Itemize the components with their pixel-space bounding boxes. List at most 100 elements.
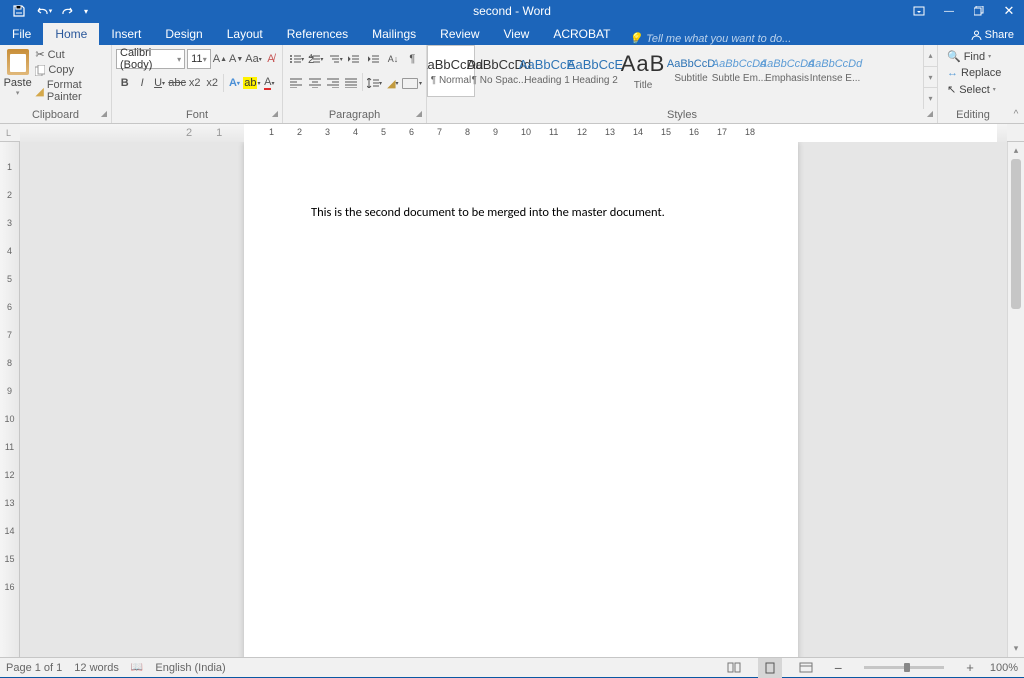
document-body-text[interactable]: This is the second document to be merged… — [311, 205, 731, 220]
tab-references[interactable]: References — [275, 23, 360, 45]
paragraph-launcher[interactable]: ◢ — [416, 109, 422, 118]
font-name-combo[interactable]: Calibri (Body)▾ — [116, 49, 185, 69]
text-effects-button[interactable]: A▾ — [226, 73, 243, 93]
status-words[interactable]: 12 words — [74, 662, 119, 674]
zoom-slider[interactable] — [864, 666, 944, 669]
tab-layout[interactable]: Layout — [215, 23, 275, 45]
strike-button[interactable]: abc — [168, 73, 186, 93]
cursor-icon: ↖ — [947, 83, 956, 96]
page[interactable]: This is the second document to be merged… — [244, 142, 798, 657]
style-item[interactable]: AaBbCcDd¶ No Spac... — [475, 45, 523, 97]
align-center-button[interactable] — [305, 73, 323, 93]
justify-button[interactable] — [342, 73, 360, 93]
align-left-button[interactable] — [287, 73, 305, 93]
styles-expand[interactable]: ▾ — [924, 88, 937, 109]
read-mode-button[interactable] — [722, 658, 746, 678]
tell-me-search[interactable]: 💡 Tell me what you want to do... — [628, 32, 791, 45]
font-color-button[interactable]: A▾ — [261, 73, 278, 93]
decrease-font-button[interactable]: A▼ — [229, 49, 243, 69]
tab-home[interactable]: Home — [43, 23, 99, 45]
style-item[interactable]: AaBbCcDdSubtle Em... — [715, 45, 763, 97]
align-right-button[interactable] — [324, 73, 342, 93]
clear-format-button[interactable]: A̸ — [264, 49, 278, 69]
styles-scroll-up[interactable]: ▴ — [924, 45, 937, 67]
status-language[interactable]: English (India) — [155, 662, 225, 674]
superscript-button[interactable]: x2 — [203, 73, 220, 93]
italic-button[interactable]: I — [133, 73, 150, 93]
style-item[interactable]: AaBTitle — [619, 45, 667, 97]
save-button[interactable] — [8, 1, 30, 21]
vertical-scrollbar[interactable]: ▴ ▾ — [1007, 142, 1024, 657]
share-button[interactable]: Share — [961, 25, 1024, 45]
inc-indent-button[interactable] — [364, 49, 383, 69]
zoom-in-button[interactable]: + — [962, 660, 978, 675]
proofing-icon[interactable]: 📖 — [131, 662, 143, 673]
tab-file[interactable]: File — [0, 23, 43, 45]
tab-design[interactable]: Design — [153, 23, 214, 45]
styles-launcher[interactable]: ◢ — [927, 109, 933, 118]
styles-scroll-down[interactable]: ▾ — [924, 67, 937, 89]
scroll-up-button[interactable]: ▴ — [1008, 142, 1024, 159]
style-preview: AaBbCcDd — [808, 58, 862, 70]
style-item[interactable]: AaBbCcEHeading 2 — [571, 45, 619, 97]
bold-button[interactable]: B — [116, 73, 133, 93]
find-button[interactable]: 🔍Find ▾ — [943, 48, 1005, 65]
collapse-ribbon-button[interactable]: ^ — [1008, 45, 1024, 123]
style-item[interactable]: AaBbCcDdIntense E... — [811, 45, 859, 97]
scroll-down-button[interactable]: ▾ — [1008, 640, 1024, 657]
sort-button[interactable]: A↓ — [383, 49, 402, 69]
print-layout-button[interactable] — [758, 658, 782, 678]
tab-review[interactable]: Review — [428, 23, 491, 45]
zoom-level[interactable]: 100% — [990, 662, 1018, 674]
title-bar: ▾ ▾ second - Word — ✕ — [0, 0, 1024, 22]
ribbon-options-button[interactable] — [904, 1, 934, 21]
font-launcher[interactable]: ◢ — [272, 109, 278, 118]
paste-button[interactable]: Paste ▾ — [3, 47, 32, 107]
subscript-button[interactable]: x2 — [186, 73, 203, 93]
qat-customize-button[interactable]: ▾ — [80, 1, 92, 21]
select-button[interactable]: ↖Select ▾ — [943, 81, 1005, 98]
underline-button[interactable]: U▾ — [151, 73, 168, 93]
multilevel-button[interactable]: ▾ — [326, 49, 345, 69]
status-page[interactable]: Page 1 of 1 — [6, 662, 62, 674]
tab-insert[interactable]: Insert — [99, 23, 153, 45]
bullets-button[interactable]: ▾ — [287, 49, 306, 69]
clipboard-icon — [7, 49, 29, 75]
undo-button[interactable]: ▾ — [32, 1, 54, 21]
numbering-button[interactable]: 12▾ — [306, 49, 325, 69]
close-button[interactable]: ✕ — [994, 1, 1024, 21]
font-size-combo[interactable]: 11▾ — [187, 49, 211, 69]
format-painter-button[interactable]: ◢Format Painter — [32, 78, 108, 104]
increase-font-button[interactable]: A▲ — [213, 49, 227, 69]
horizontal-ruler[interactable]: 21123456789101112131415161718 — [20, 124, 1007, 142]
vertical-ruler[interactable]: 12345678910111213141516 — [0, 142, 20, 657]
ruler-corner[interactable]: L — [0, 124, 17, 141]
tab-mailings[interactable]: Mailings — [360, 23, 428, 45]
maximize-button[interactable] — [964, 1, 994, 21]
dec-indent-button[interactable] — [345, 49, 364, 69]
tab-acrobat[interactable]: ACROBAT — [541, 23, 622, 45]
copy-button[interactable]: Copy — [32, 63, 108, 77]
show-marks-button[interactable]: ¶ — [403, 49, 422, 69]
tab-view[interactable]: View — [492, 23, 542, 45]
copy-icon — [35, 65, 45, 76]
style-item[interactable]: AaBbCcEHeading 1 — [523, 45, 571, 97]
clipboard-launcher[interactable]: ◢ — [101, 109, 107, 118]
scroll-thumb[interactable] — [1011, 159, 1021, 309]
shading-button[interactable]: ◢▾ — [384, 73, 402, 93]
style-item[interactable]: AaBbCcDSubtitle — [667, 45, 715, 97]
web-layout-button[interactable] — [794, 658, 818, 678]
line-spacing-button[interactable]: ▾ — [365, 73, 383, 93]
borders-button[interactable]: ▾ — [402, 73, 422, 93]
quick-access-toolbar: ▾ ▾ — [8, 1, 92, 21]
change-case-button[interactable]: Aa▾ — [245, 49, 261, 69]
document-canvas[interactable]: This is the second document to be merged… — [20, 142, 1007, 657]
style-item[interactable]: AaBbCcDdEmphasis — [763, 45, 811, 97]
zoom-out-button[interactable]: − — [830, 660, 846, 676]
replace-button[interactable]: ↔Replace — [943, 65, 1005, 81]
redo-button[interactable] — [56, 1, 78, 21]
styles-gallery[interactable]: AaBbCcDd¶ NormalAaBbCcDd¶ No Spac...AaBb… — [427, 45, 923, 109]
highlight-button[interactable]: ab▾ — [243, 73, 260, 93]
cut-button[interactable]: ✂Cut — [32, 47, 108, 62]
minimize-button[interactable]: — — [934, 1, 964, 21]
